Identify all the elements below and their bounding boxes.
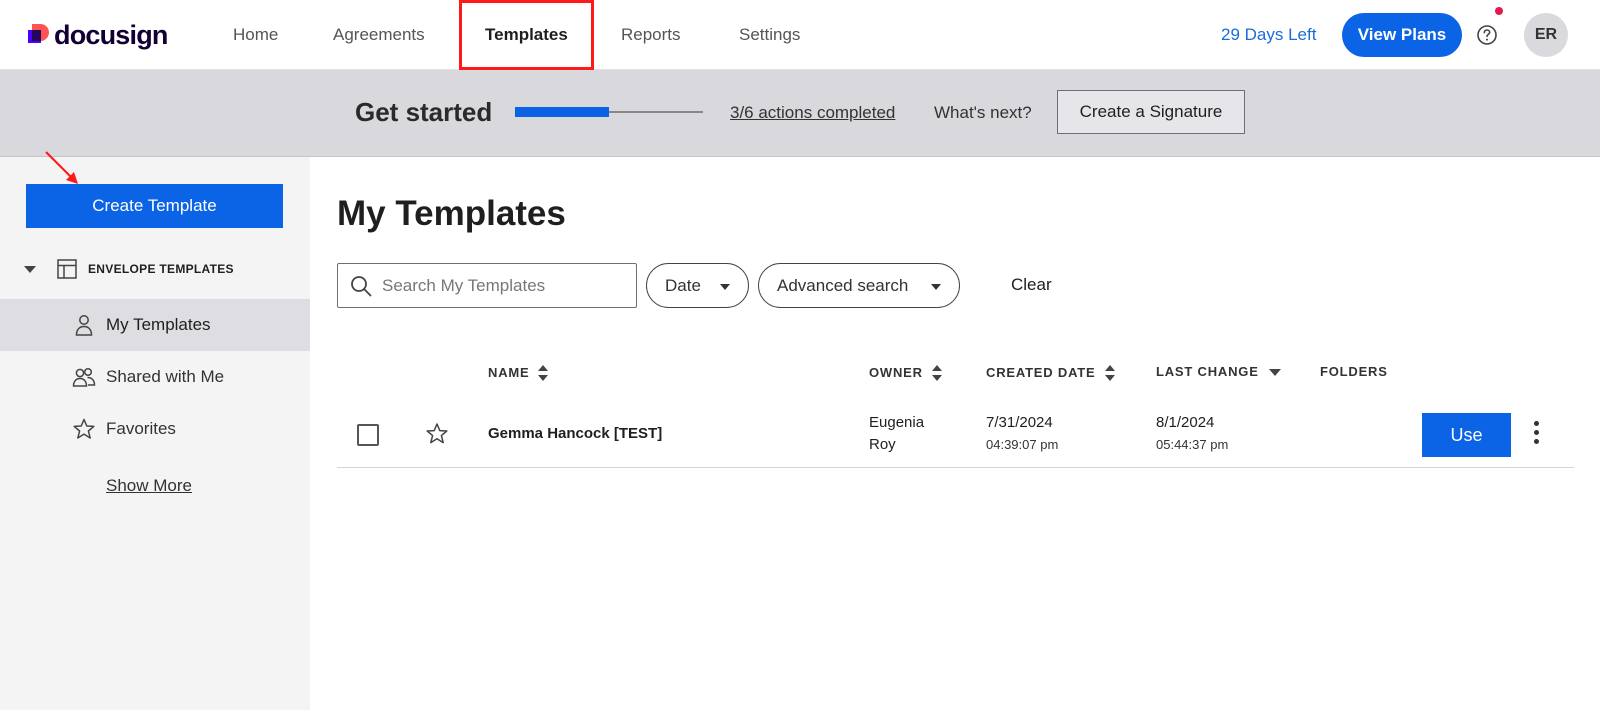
sidebar-item-my-templates[interactable]: My Templates xyxy=(0,299,310,351)
create-template-button[interactable]: Create Template xyxy=(26,184,283,228)
logo-wordmark: docusign xyxy=(54,19,168,50)
date-filter-dropdown[interactable]: Date xyxy=(646,263,749,308)
nav-reports[interactable]: Reports xyxy=(621,24,681,46)
view-plans-button[interactable]: View Plans xyxy=(1342,13,1462,57)
top-navigation: docusign Home Agreements Templates Repor… xyxy=(0,0,1600,70)
chevron-down-icon xyxy=(720,284,730,290)
envelope-templates-label: ENVELOPE TEMPLATES xyxy=(88,262,234,276)
search-field[interactable] xyxy=(337,263,637,308)
nav-agreements[interactable]: Agreements xyxy=(333,24,425,46)
created-date: 7/31/2024 xyxy=(986,414,1053,431)
actions-completed-link[interactable]: 3/6 actions completed xyxy=(730,102,895,124)
templates-highlight-box xyxy=(459,0,594,70)
people-icon xyxy=(72,367,96,387)
chevron-down-icon xyxy=(931,284,941,290)
created-time: 04:39:07 pm xyxy=(986,437,1059,452)
column-header-name[interactable]: NAME xyxy=(488,364,549,382)
column-header-folders: FOLDERS xyxy=(1320,364,1388,379)
template-name-link[interactable]: Gemma Hancock [TEST] xyxy=(488,424,662,444)
clear-button[interactable]: Clear xyxy=(1011,274,1052,296)
create-signature-button[interactable]: Create a Signature xyxy=(1057,90,1245,134)
advanced-search-dropdown[interactable]: Advanced search xyxy=(758,263,960,308)
envelope-templates-section[interactable]: ENVELOPE TEMPLATES xyxy=(24,257,234,281)
sidebar-item-label: Shared with Me xyxy=(106,367,225,386)
use-template-button[interactable]: Use xyxy=(1422,413,1511,457)
sort-icon xyxy=(931,365,942,381)
owner-first-name: Eugenia xyxy=(869,414,925,431)
trial-days-left-link[interactable]: 29 Days Left xyxy=(1221,24,1316,46)
star-icon xyxy=(73,418,95,439)
column-header-last-change[interactable]: LAST CHANGE xyxy=(1156,364,1281,380)
sidebar-item-label: My Templates xyxy=(106,315,211,334)
get-started-banner: Get started 3/6 actions completed What's… xyxy=(0,70,1600,157)
sidebar: Create Template ENVELOPE TEMPLATES My Te… xyxy=(0,157,310,710)
user-avatar[interactable]: ER xyxy=(1524,13,1568,57)
nav-settings[interactable]: Settings xyxy=(739,24,800,46)
progress-fill xyxy=(515,107,609,117)
sort-icon xyxy=(1104,365,1115,381)
sort-icon xyxy=(538,365,549,381)
search-icon xyxy=(351,276,372,297)
docusign-logo-icon xyxy=(28,24,50,46)
sort-descending-icon xyxy=(1268,368,1281,376)
get-started-title: Get started xyxy=(355,97,493,127)
owner-last-name: Roy xyxy=(869,436,896,453)
advanced-search-label: Advanced search xyxy=(777,275,909,295)
search-input[interactable] xyxy=(382,264,632,307)
nav-home[interactable]: Home xyxy=(233,24,278,46)
sidebar-item-favorites[interactable]: Favorites xyxy=(0,403,310,455)
more-options-icon[interactable] xyxy=(1532,421,1540,447)
docusign-logo[interactable]: docusign xyxy=(28,20,168,50)
template-layout-icon xyxy=(57,259,77,279)
column-header-owner[interactable]: OWNER xyxy=(869,364,943,382)
notification-dot xyxy=(1495,7,1503,15)
column-header-created-date[interactable]: CREATED DATE xyxy=(986,364,1116,382)
whats-next-label: What's next? xyxy=(934,103,1032,122)
favorite-star-icon[interactable] xyxy=(425,422,449,446)
person-icon xyxy=(75,315,93,336)
sidebar-item-shared-with-me[interactable]: Shared with Me xyxy=(0,351,310,403)
onboarding-progress-bar xyxy=(515,107,703,117)
date-filter-label: Date xyxy=(665,275,701,295)
sidebar-item-label: Favorites xyxy=(106,419,176,438)
show-more-link[interactable]: Show More xyxy=(106,475,192,497)
row-checkbox[interactable] xyxy=(357,424,379,446)
help-circle-icon[interactable] xyxy=(1476,24,1498,46)
last-change-time: 05:44:37 pm xyxy=(1156,437,1229,452)
annotation-arrow-icon xyxy=(45,151,78,184)
page-title: My Templates xyxy=(337,194,566,233)
chevron-down-icon[interactable] xyxy=(24,265,36,273)
table-row[interactable]: Gemma Hancock [TEST] Eugenia Roy 7/31/20… xyxy=(337,400,1574,468)
last-change-date: 8/1/2024 xyxy=(1156,414,1215,431)
